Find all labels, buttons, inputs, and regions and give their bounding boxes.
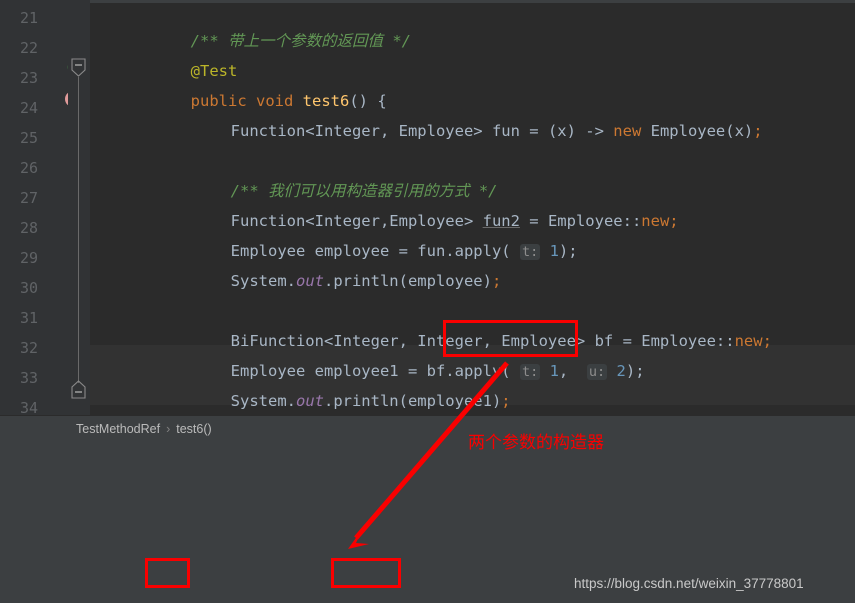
code-text-area[interactable]: /** 带上一个参数的返回值 */ @Test public void test… <box>90 0 855 440</box>
lambda-expression: fun = (x) -> <box>482 122 614 140</box>
code-folding-strip[interactable] <box>68 0 90 415</box>
line-number: 27 <box>19 189 38 207</box>
breadcrumb-method[interactable]: test6() <box>176 422 211 436</box>
line-number: 26 <box>19 159 38 177</box>
line-number: 32 <box>19 339 38 357</box>
code-line: public void test6() { <box>90 56 855 110</box>
fold-collapse-end-icon[interactable] <box>71 380 86 399</box>
line-number: 22 <box>19 39 38 57</box>
system-ref: System. <box>230 272 296 290</box>
code-line: BiFunction<Integer, Integer, Employee> b… <box>90 296 855 350</box>
type-function: Function<Integer, Employee> <box>230 122 483 140</box>
code-line: /** 带上一个参数的返回值 */ <box>90 0 855 50</box>
line-number: 24 <box>19 99 38 117</box>
code-line: @Test <box>90 26 855 80</box>
fold-guide-line <box>78 77 79 383</box>
println-call: .println(employee) <box>323 272 492 290</box>
fold-collapse-icon[interactable] <box>71 58 86 77</box>
code-line: Function<Integer, Employee> fun = (x) ->… <box>90 86 855 140</box>
line-number: 21 <box>19 9 38 27</box>
code-line: Function<Integer,Employee> fun2 = Employ… <box>90 176 855 230</box>
code-line: } <box>90 386 855 440</box>
code-line: /** 我们可以用构造器引用的方式 */ <box>90 146 855 200</box>
gutter-icon-strip[interactable]: λ <box>46 0 90 415</box>
ide-window: 21 22 23 24 25 26 27 28 29 30 31 32 33 3… <box>0 0 855 603</box>
watermark-url: https://blog.csdn.net/weixin_37778801 <box>574 576 804 591</box>
annotation-chinese-note: 两个参数的构造器 <box>468 433 604 452</box>
constructor-call: Employee(x) <box>641 122 754 140</box>
line-number: 28 <box>19 219 38 237</box>
line-number: 25 <box>19 129 38 147</box>
line-number-gutter: 21 22 23 24 25 26 27 28 29 30 31 32 33 3… <box>0 0 46 417</box>
code-line: System.out.println(employee); <box>90 236 855 290</box>
breadcrumb-class[interactable]: TestMethodRef <box>76 422 160 436</box>
line-number: 31 <box>19 309 38 327</box>
code-line: System.out.println(employee1); <box>90 356 855 410</box>
breadcrumb-inner: TestMethodRef › test6() <box>76 416 212 442</box>
breadcrumb-separator-icon: › <box>166 422 171 436</box>
line-number: 23 <box>19 69 38 87</box>
semicolon: ; <box>491 272 502 290</box>
breadcrumb[interactable]: TestMethodRef › test6() <box>0 415 855 441</box>
line-number: 33 <box>19 369 38 387</box>
line-number: 30 <box>19 279 38 297</box>
semicolon: ; <box>753 122 763 140</box>
keyword-new: new <box>613 122 642 140</box>
code-line: Employee employee = fun.apply( t: 1); <box>90 206 855 260</box>
field-out: out <box>295 272 324 290</box>
code-editor[interactable]: 21 22 23 24 25 26 27 28 29 30 31 32 33 3… <box>0 0 855 440</box>
code-line: Employee employee1 = bf.apply( t: 1, u: … <box>90 326 855 380</box>
line-number: 29 <box>19 249 38 267</box>
